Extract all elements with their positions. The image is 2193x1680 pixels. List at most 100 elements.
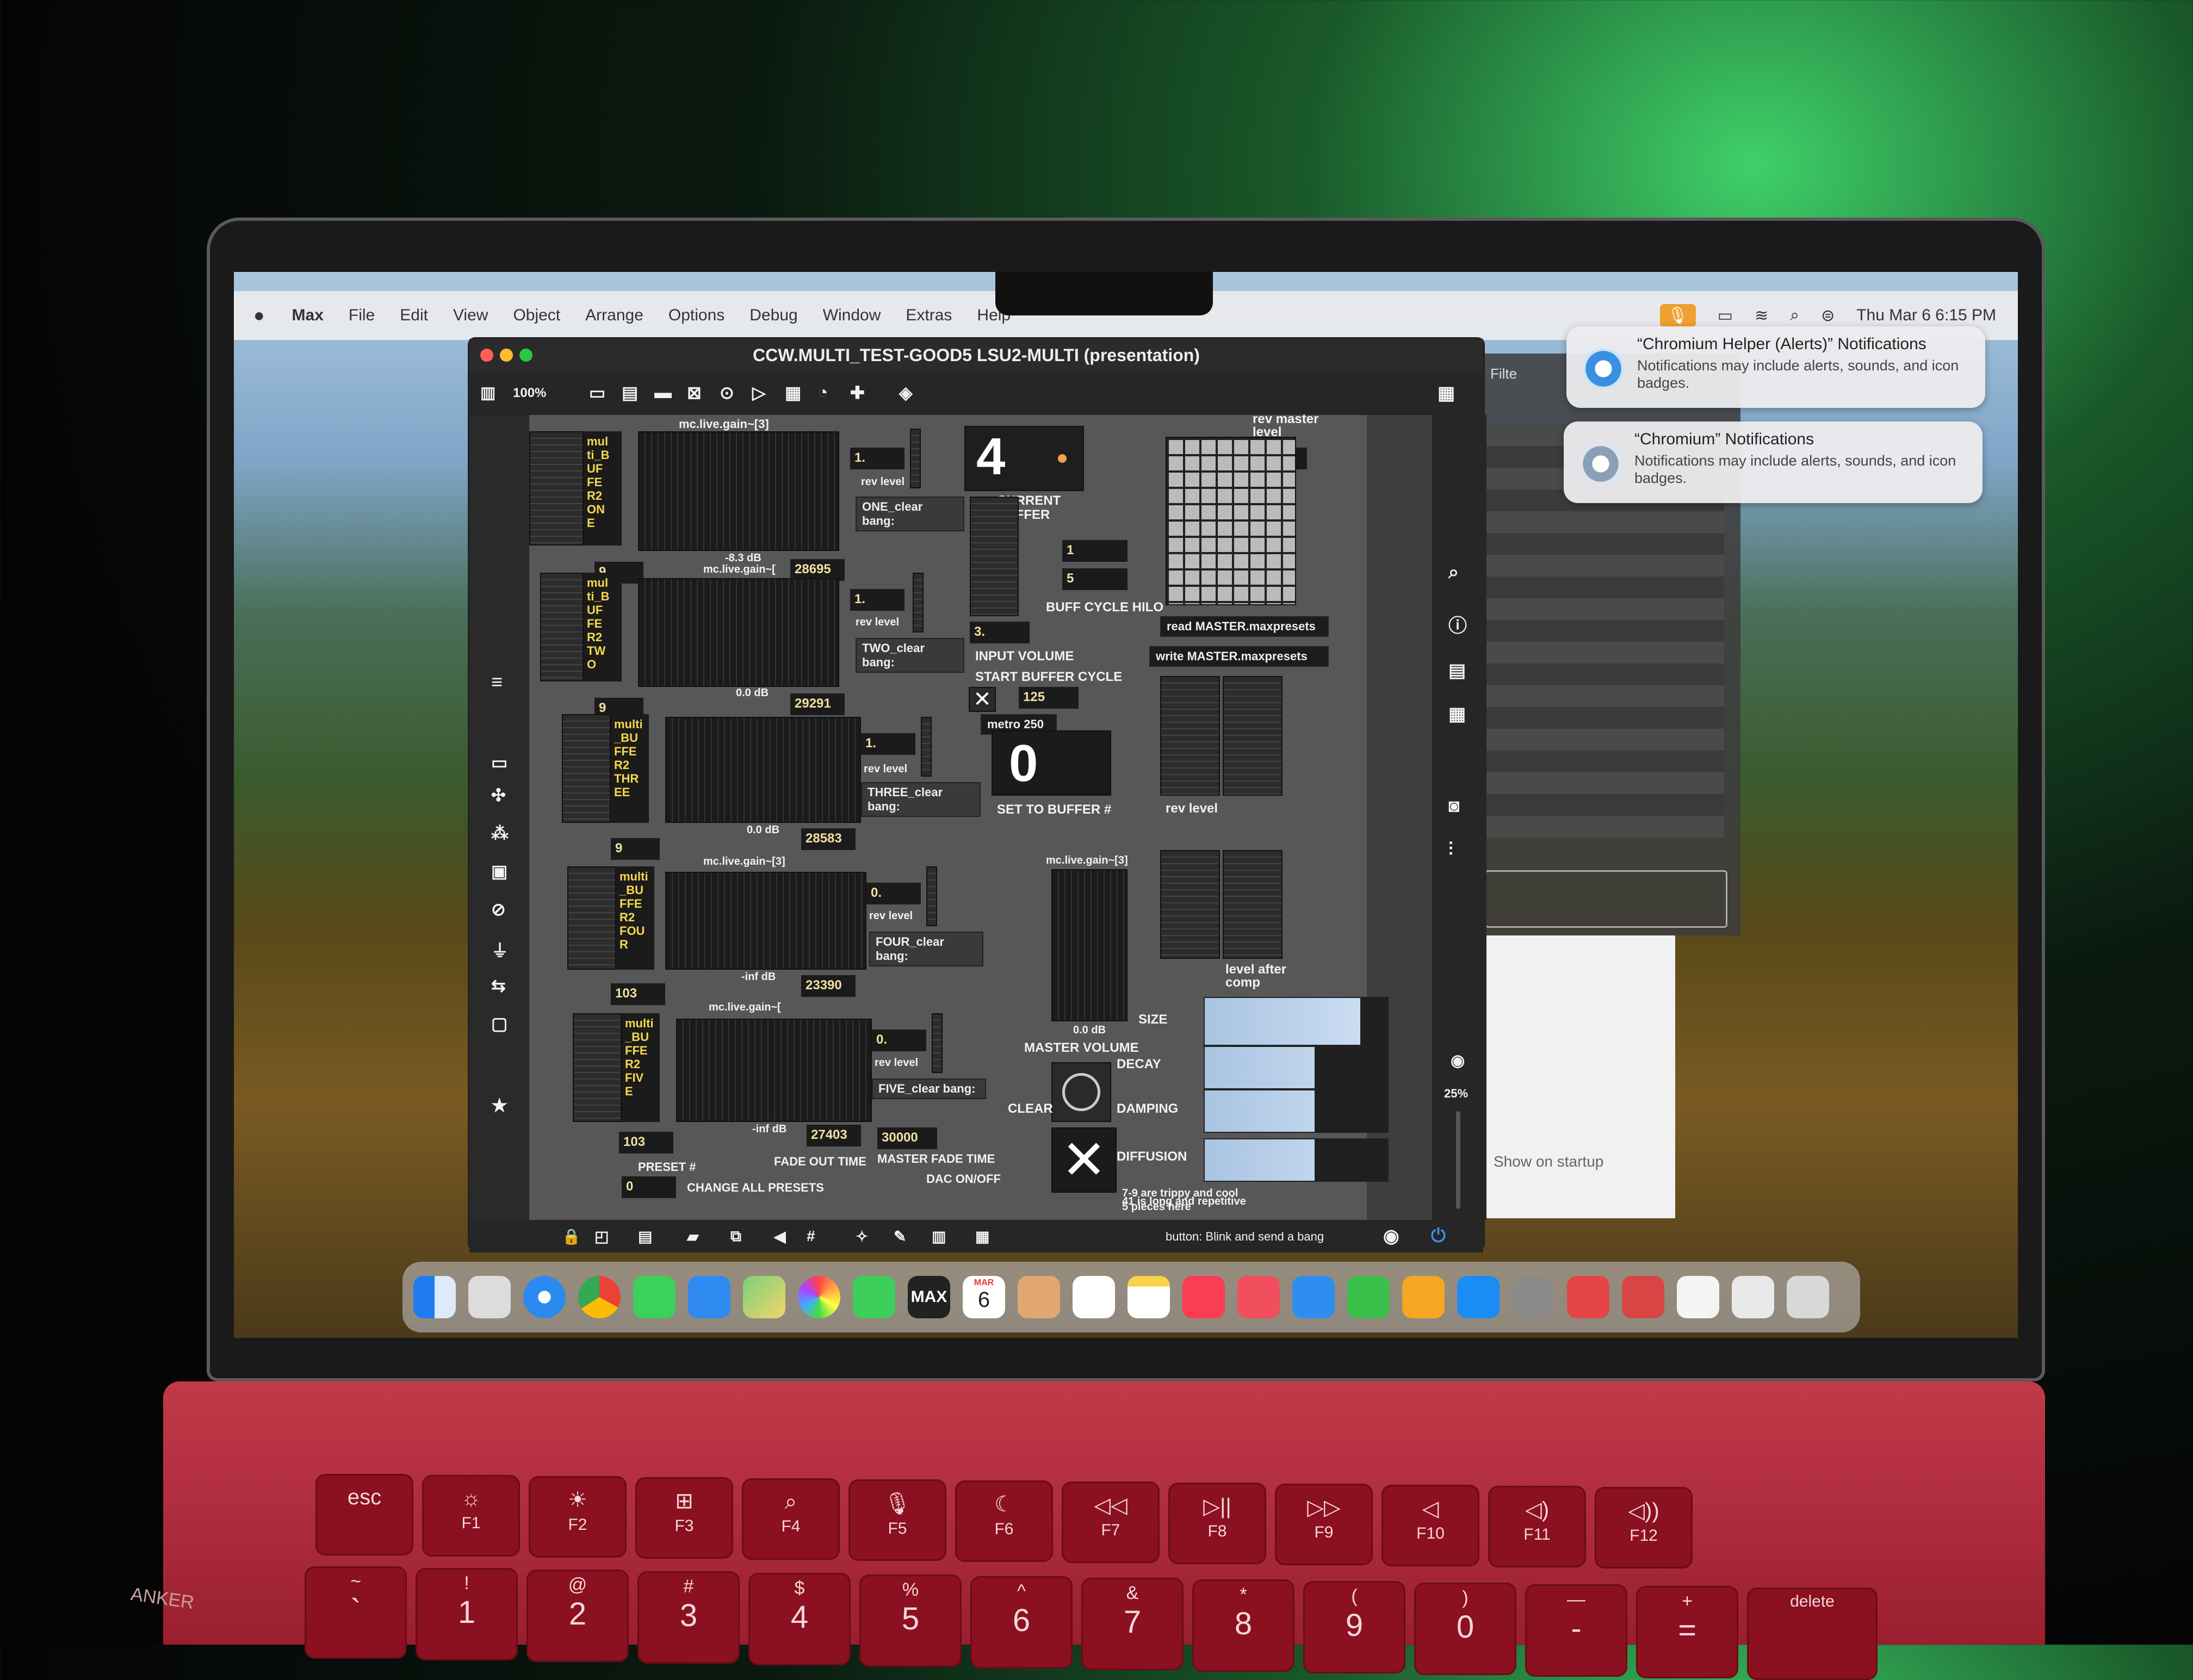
metro-interval-number[interactable]: 125 bbox=[1019, 687, 1079, 709]
key-fn-0[interactable]: esc bbox=[315, 1474, 413, 1555]
write-presets-message[interactable]: write MASTER.maxpresets bbox=[1149, 646, 1329, 667]
key-fn-11[interactable]: ◁) F11 bbox=[1488, 1486, 1586, 1567]
buffer-3-level-meter[interactable] bbox=[562, 714, 611, 823]
key-fn-8[interactable]: ▷|| F8 bbox=[1168, 1483, 1266, 1564]
microphone-indicator-icon[interactable]: 🎙 bbox=[1659, 303, 1696, 327]
keyboard-icon[interactable]: ▦ bbox=[975, 1228, 989, 1245]
reverb-size-slider[interactable] bbox=[1204, 997, 1389, 1046]
buff-cycle-hi-number[interactable]: 1 bbox=[1062, 540, 1128, 562]
safari-icon[interactable] bbox=[523, 1276, 566, 1318]
key-fn-6[interactable]: ☾ F6 bbox=[955, 1480, 1053, 1562]
change-all-presets-number[interactable]: 0 bbox=[622, 1176, 676, 1198]
image-icon[interactable]: ▣ bbox=[491, 861, 507, 882]
playback-icon[interactable]: ◉ bbox=[1383, 1225, 1399, 1247]
rev-level-slider-left[interactable] bbox=[1160, 676, 1220, 796]
buffer-2-level-meter[interactable] bbox=[540, 573, 584, 681]
close-window-button[interactable] bbox=[480, 349, 493, 362]
music-icon[interactable] bbox=[1182, 1276, 1225, 1318]
key-num-11[interactable]: — - bbox=[1525, 1584, 1627, 1677]
grid-keyboard-icon[interactable]: ▦ bbox=[1438, 382, 1455, 404]
reference-book-icon[interactable]: ▤ bbox=[1448, 660, 1466, 681]
comp-level-slider-left[interactable] bbox=[1160, 850, 1220, 959]
key-fn-4[interactable]: ⌕ F4 bbox=[742, 1478, 840, 1560]
buffer-1-rev-number[interactable]: 1. bbox=[850, 448, 905, 469]
key-fn-1[interactable]: ☼ F1 bbox=[422, 1475, 520, 1557]
key-fn-3[interactable]: ⊞ F3 bbox=[635, 1477, 733, 1559]
spotlight-search-icon[interactable]: ⌕ bbox=[1790, 306, 1799, 325]
buffer-5-clear-bang[interactable]: FIVE_clear bang: bbox=[872, 1078, 986, 1099]
notification-chromium[interactable]: “Chromium” Notifications Notifications m… bbox=[1564, 421, 1983, 503]
master-volume-dial[interactable] bbox=[1051, 1062, 1111, 1122]
reverb-decay-slider[interactable] bbox=[1204, 1046, 1389, 1089]
favorites-star-icon[interactable]: ★ bbox=[491, 1095, 507, 1117]
menu-options[interactable]: Options bbox=[668, 306, 724, 325]
key-num-6[interactable]: ^ 6 bbox=[970, 1576, 1073, 1669]
buffer-2-size-number[interactable]: 29291 bbox=[790, 693, 845, 715]
photos-icon[interactable] bbox=[798, 1276, 840, 1318]
key-num-3[interactable]: #3 bbox=[637, 1571, 740, 1664]
wifi-icon[interactable]: ≋ bbox=[1755, 306, 1768, 325]
buffer-2-rev-number[interactable]: 1. bbox=[850, 589, 905, 611]
wrench-icon[interactable]: ✎ bbox=[894, 1228, 906, 1245]
apple-icon[interactable]: ● bbox=[253, 305, 265, 326]
reminders-icon[interactable] bbox=[1073, 1276, 1115, 1318]
buffer-4-rev-number[interactable]: 0. bbox=[866, 883, 921, 904]
key-num-8[interactable]: * 8 bbox=[1192, 1579, 1294, 1672]
dial-object-icon[interactable]: ◔ bbox=[817, 382, 828, 402]
inspector-icon[interactable]: ⁂ bbox=[491, 823, 509, 844]
master-fade-time-number[interactable]: 30000 bbox=[877, 1127, 937, 1149]
battery-icon[interactable]: ▭ bbox=[1718, 306, 1733, 325]
menu-view[interactable]: View bbox=[453, 306, 488, 325]
app-icon-red-grid[interactable] bbox=[1567, 1276, 1609, 1318]
buffer-1-rev-slider[interactable] bbox=[910, 429, 921, 488]
menu-edit[interactable]: Edit bbox=[400, 306, 428, 325]
menu-clock[interactable]: Thu Mar 6 6:15 PM bbox=[1856, 306, 1996, 325]
key-fn-2[interactable]: ☀ F2 bbox=[529, 1476, 627, 1558]
news-icon[interactable] bbox=[1237, 1276, 1280, 1318]
new-object-icon[interactable]: ▭ bbox=[589, 382, 605, 403]
textedit-icon[interactable] bbox=[1677, 1276, 1719, 1318]
zoom-window-button[interactable] bbox=[519, 349, 532, 362]
key-num-4[interactable]: $4 bbox=[748, 1573, 851, 1665]
chrome-icon[interactable] bbox=[578, 1276, 621, 1318]
buffer-1-gain-slider[interactable] bbox=[638, 431, 839, 551]
key-num-13[interactable]: delete bbox=[1747, 1588, 1878, 1680]
buffer-5-level-meter[interactable] bbox=[573, 1013, 622, 1122]
side-zoom-slider[interactable] bbox=[1456, 1111, 1460, 1209]
system-settings-icon[interactable] bbox=[1512, 1276, 1554, 1318]
keynote-icon[interactable] bbox=[1292, 1276, 1335, 1318]
comment-bubble-icon[interactable]: ▰ bbox=[687, 1228, 699, 1245]
buffer-4-preset-number[interactable]: 103 bbox=[611, 983, 665, 1005]
app-store-icon[interactable] bbox=[1457, 1276, 1500, 1318]
key-num-9[interactable]: (9 bbox=[1303, 1581, 1405, 1673]
attachment-icon[interactable]: ⊘ bbox=[491, 899, 506, 920]
mail-icon[interactable] bbox=[688, 1276, 730, 1318]
key-num-10[interactable]: ) 0 bbox=[1414, 1583, 1516, 1675]
zoom-dot-icon[interactable]: ◉ bbox=[1451, 1051, 1465, 1070]
input-volume-slider[interactable] bbox=[970, 497, 1019, 616]
buffer-2-rev-slider[interactable] bbox=[913, 573, 924, 633]
max-app-icon[interactable]: MAX bbox=[908, 1276, 950, 1318]
menu-window[interactable]: Window bbox=[823, 306, 881, 325]
rev-level-slider-right[interactable] bbox=[1223, 676, 1283, 796]
buffer-3-rev-slider[interactable] bbox=[921, 717, 932, 777]
object-palette-icon[interactable]: ▭ bbox=[491, 752, 507, 773]
facetime-icon[interactable] bbox=[853, 1276, 895, 1318]
calendar-icon[interactable]: MAR 6 bbox=[963, 1276, 1005, 1318]
reverb-damping-slider[interactable] bbox=[1204, 1089, 1389, 1133]
hamburger-menu-icon[interactable]: ≡ bbox=[491, 671, 503, 693]
comp-level-slider-right[interactable] bbox=[1223, 850, 1283, 959]
buffer-1-size-number[interactable]: 28695 bbox=[790, 559, 845, 581]
pages-icon[interactable] bbox=[1402, 1276, 1445, 1318]
toggle-object-icon[interactable]: ⊙ bbox=[720, 382, 734, 403]
control-center-icon[interactable]: ⊜ bbox=[1821, 306, 1835, 325]
input-volume-number[interactable]: 3. bbox=[970, 622, 1030, 643]
key-fn-5[interactable]: 🎙 F5 bbox=[848, 1479, 946, 1561]
console-icon[interactable]: ▤ bbox=[638, 1228, 652, 1245]
buffer-3-preset-number[interactable]: 9 bbox=[611, 838, 660, 860]
buffer-4-level-meter[interactable] bbox=[567, 866, 616, 970]
menu-debug[interactable]: Debug bbox=[749, 306, 797, 325]
snapshot-camera-icon[interactable]: ◙ bbox=[1448, 796, 1460, 817]
search-icon[interactable]: ⌕ bbox=[1448, 562, 1459, 583]
lock-icon[interactable]: 🔒 bbox=[562, 1228, 581, 1245]
